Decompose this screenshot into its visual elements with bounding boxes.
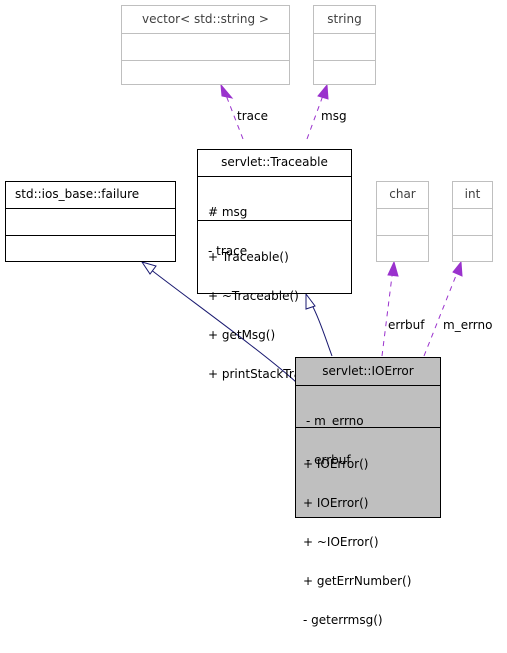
attributes-section xyxy=(377,208,428,235)
class-name: servlet::Traceable xyxy=(221,155,328,169)
attributes-section xyxy=(6,208,175,235)
attribute-msg: # msg xyxy=(208,205,248,219)
class-name: int xyxy=(464,187,481,201)
method-traceable-dtor: + ~Traceable() xyxy=(208,289,299,303)
usage-arrowhead-msg xyxy=(317,83,329,100)
edge-label-errbuf: errbuf xyxy=(388,318,425,332)
methods-section: + Traceable() + ~Traceable() + getMsg() … xyxy=(198,220,351,381)
edge-label-m-errno: m_errno xyxy=(443,318,493,332)
usage-arrowhead-m-errno xyxy=(452,260,463,277)
class-box-string[interactable]: string xyxy=(313,5,376,85)
attributes-section: - m_errno - errbuf xyxy=(296,385,440,467)
method-get-err-number: + getErrNumber() xyxy=(303,574,412,588)
methods-section xyxy=(6,235,175,261)
class-box-ios-base-failure[interactable]: std::ios_base::failure xyxy=(5,181,176,262)
edge-label-trace: trace xyxy=(237,109,268,123)
attributes-section xyxy=(453,208,492,235)
methods-section xyxy=(314,60,375,85)
method-geterrmsg: - geterrmsg() xyxy=(303,613,383,627)
class-name: string xyxy=(327,12,362,26)
class-box-vector[interactable]: vector< std::string > xyxy=(121,5,290,85)
class-name: servlet::IOError xyxy=(322,364,414,378)
class-name: vector< std::string > xyxy=(142,12,269,26)
attributes-section: # msg - trace xyxy=(198,176,351,258)
methods-section xyxy=(377,235,428,261)
class-name: std::ios_base::failure xyxy=(15,187,140,201)
class-name: char xyxy=(389,187,416,201)
method-traceable-ctor: + Traceable() xyxy=(208,250,289,264)
class-box-traceable[interactable]: servlet::Traceable # msg - trace + Trace… xyxy=(197,149,352,381)
usage-edge-m-errno xyxy=(423,267,460,357)
methods-section xyxy=(453,235,492,261)
class-box-int[interactable]: int xyxy=(452,181,493,262)
method-ioerror-ctor-2: + IOError() xyxy=(303,496,369,510)
attributes-section xyxy=(122,33,289,60)
class-box-char[interactable]: char xyxy=(376,181,429,262)
usage-arrowhead-trace xyxy=(220,83,234,99)
edge-label-msg: msg xyxy=(321,109,347,123)
usage-arrowhead-errbuf xyxy=(387,260,399,277)
class-box-ioerror[interactable]: servlet::IOError - m_errno - errbuf + IO… xyxy=(295,357,441,627)
method-ioerror-dtor: + ~IOError() xyxy=(303,535,379,549)
attributes-section xyxy=(314,33,375,60)
usage-edge-errbuf xyxy=(381,267,394,357)
method-ioerror-ctor-1: + IOError() xyxy=(303,457,369,471)
methods-section: + IOError() + IOError() + ~IOError() + g… xyxy=(296,427,440,627)
method-get-msg: + getMsg() xyxy=(208,328,276,342)
methods-section xyxy=(122,60,289,85)
